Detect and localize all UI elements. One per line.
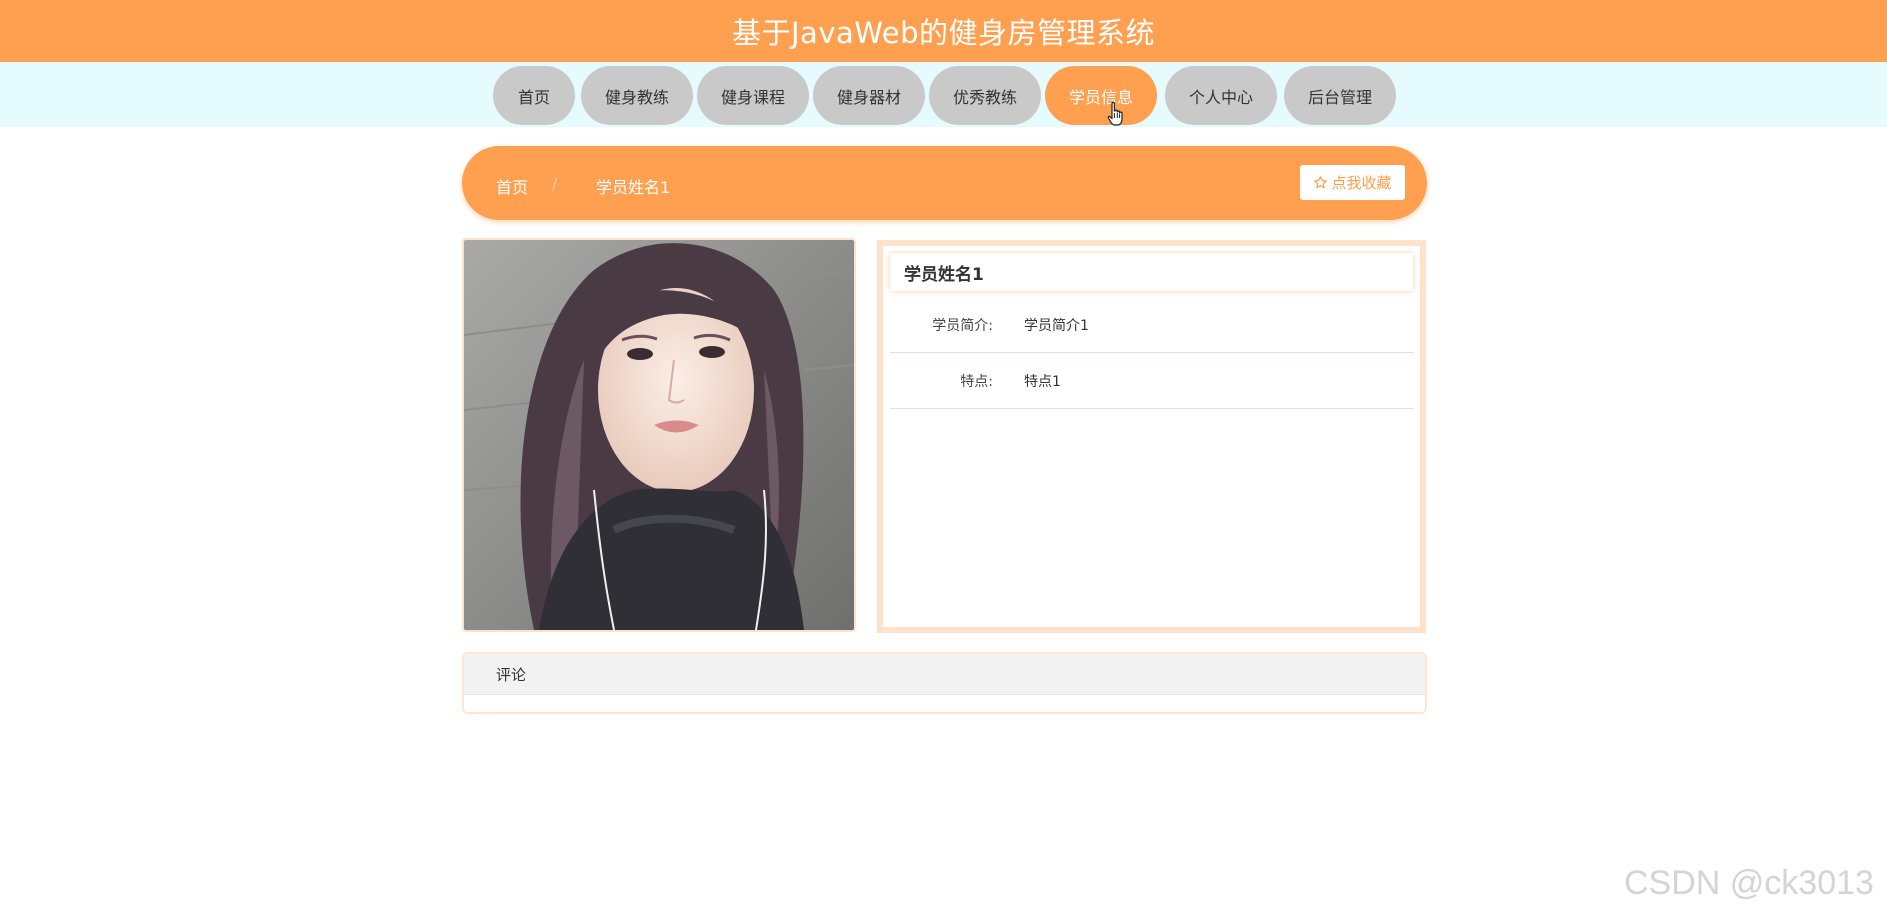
intro-value: 学员简介1 (1024, 318, 1089, 334)
nav-item-home[interactable]: 首页 (493, 66, 575, 125)
nav-item-profile[interactable]: 个人中心 (1165, 66, 1277, 125)
breadcrumb-home-link[interactable]: 首页 (496, 174, 528, 198)
favorite-button[interactable]: 点我收藏 (1300, 165, 1405, 200)
info-row-traits: 特点: 特点1 (890, 353, 1413, 409)
comment-section: 评论 (462, 652, 1427, 714)
site-header: 基于JavaWeb的健身房管理系统 (0, 0, 1887, 62)
nav-item-admin[interactable]: 后台管理 (1284, 66, 1396, 125)
info-row-intro: 学员简介: 学员简介1 (890, 297, 1413, 353)
student-info-panel: 学员姓名1 学员简介: 学员简介1 特点: 特点1 (877, 240, 1426, 633)
traits-value: 特点1 (1024, 374, 1061, 390)
nav-item-equipment[interactable]: 健身器材 (813, 66, 925, 125)
traits-label: 特点: (960, 374, 993, 390)
student-photo (462, 238, 856, 632)
main-nav: 首页 健身教练 健身课程 健身器材 优秀教练 学员信息 个人中心 后台管理 (0, 62, 1887, 127)
student-name-heading: 学员姓名1 (890, 253, 1413, 291)
comment-title: 评论 (464, 654, 1425, 695)
nav-item-courses[interactable]: 健身课程 (697, 66, 809, 125)
breadcrumb-separator: / (552, 174, 558, 193)
intro-label: 学员简介: (932, 318, 993, 334)
hand-cursor-icon (1107, 101, 1123, 126)
nav-item-top-coaches[interactable]: 优秀教练 (929, 66, 1041, 125)
breadcrumb-current: 学员姓名1 (596, 178, 671, 197)
breadcrumb-bar: 首页 / 学员姓名1 点我收藏 (462, 146, 1427, 220)
star-outline-icon (1314, 176, 1328, 189)
nav-item-coaches[interactable]: 健身教练 (581, 66, 693, 125)
watermark: CSDN @ck3013 (1624, 864, 1874, 902)
site-title: 基于JavaWeb的健身房管理系统 (732, 16, 1155, 50)
nav-item-students[interactable]: 学员信息 (1045, 66, 1157, 125)
favorite-button-label: 点我收藏 (1331, 174, 1392, 192)
